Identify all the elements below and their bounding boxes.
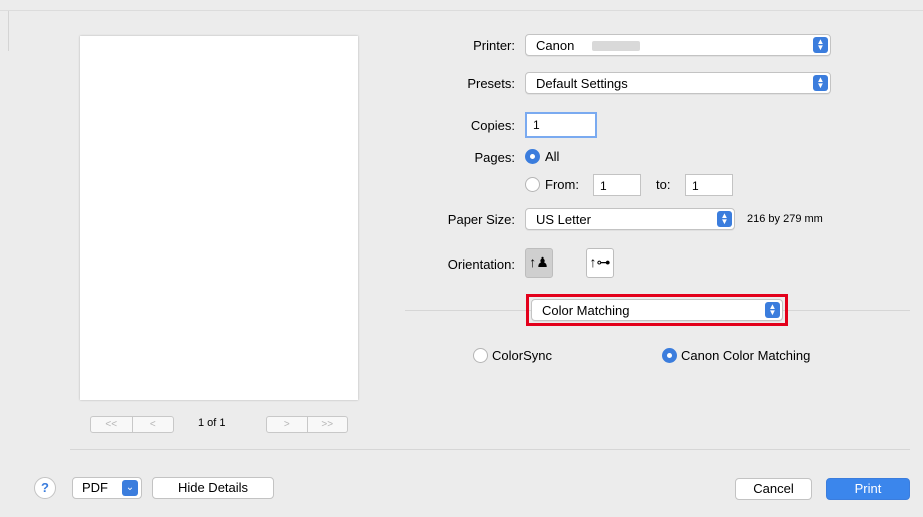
printer-value: Canon [536, 38, 575, 53]
pages-from-radio[interactable] [525, 177, 540, 192]
paper-size-label: Paper Size: [447, 212, 515, 227]
footer-divider [70, 449, 910, 450]
pages-label: Pages: [474, 150, 515, 165]
presets-label: Presets: [467, 76, 515, 91]
masked-printer-model [592, 41, 640, 51]
stepper-arrows-icon: ▲ ▼ [813, 75, 828, 91]
print-button[interactable]: Print [826, 478, 910, 500]
canon-color-matching-radio[interactable] [662, 348, 677, 363]
pdf-label: PDF [82, 480, 108, 495]
hide-details-button[interactable]: Hide Details [152, 477, 274, 499]
pages-from-label: From: [545, 177, 579, 192]
printer-label: Printer: [473, 38, 515, 53]
presets-value: Default Settings [536, 76, 628, 91]
preview-forward-nav: > >> [266, 416, 348, 433]
portrait-person-icon: ↑♟ [529, 254, 549, 270]
pages-from-value: 1 [600, 179, 607, 193]
portrait-orientation-button[interactable]: ↑♟ [525, 248, 553, 278]
next-page-button[interactable]: > [267, 417, 307, 432]
colorsync-radio[interactable] [473, 348, 488, 363]
chevron-down-icon: ⌄ [122, 480, 138, 496]
copies-label: Copies: [470, 118, 515, 133]
landscape-person-icon: ↑⊶ [589, 254, 611, 270]
cancel-button[interactable]: Cancel [735, 478, 812, 500]
section-select[interactable]: Color Matching ▲ ▼ [531, 299, 783, 321]
pdf-menu-button[interactable]: PDF ⌄ [72, 477, 142, 499]
pages-from-field[interactable]: 1 [593, 174, 641, 196]
orientation-label: Orientation: [447, 257, 515, 272]
last-page-button[interactable]: >> [306, 417, 348, 432]
stepper-arrows-icon: ▲ ▼ [765, 302, 780, 318]
paper-size-select[interactable]: US Letter ▲ ▼ [525, 208, 735, 230]
page-counter: 1 of 1 [198, 417, 226, 429]
colorsync-label: ColorSync [492, 348, 552, 363]
printer-select[interactable]: Canon ▲ ▼ [525, 34, 831, 56]
copies-value: 1 [533, 118, 540, 132]
canon-color-matching-label: Canon Color Matching [681, 348, 811, 363]
pages-to-label: to: [656, 177, 671, 192]
pages-to-value: 1 [692, 179, 699, 193]
pages-all-radio[interactable] [525, 149, 540, 164]
top-border [0, 10, 923, 11]
paper-dimensions: 216 by 279 mm [747, 213, 823, 225]
help-button[interactable]: ? [34, 477, 56, 499]
first-page-button[interactable]: << [91, 417, 132, 432]
presets-select[interactable]: Default Settings ▲ ▼ [525, 72, 831, 94]
preview-back-nav: << < [90, 416, 174, 433]
landscape-orientation-button[interactable]: ↑⊶ [586, 248, 614, 278]
section-value: Color Matching [542, 303, 630, 318]
copies-field[interactable]: 1 [525, 112, 597, 138]
paper-size-value: US Letter [536, 212, 591, 227]
previous-page-button[interactable]: < [131, 417, 174, 432]
left-border [8, 11, 9, 51]
pages-to-field[interactable]: 1 [685, 174, 733, 196]
stepper-arrows-icon: ▲ ▼ [717, 211, 732, 227]
pages-all-label: All [545, 149, 560, 164]
stepper-arrows-icon: ▲ ▼ [813, 37, 828, 53]
